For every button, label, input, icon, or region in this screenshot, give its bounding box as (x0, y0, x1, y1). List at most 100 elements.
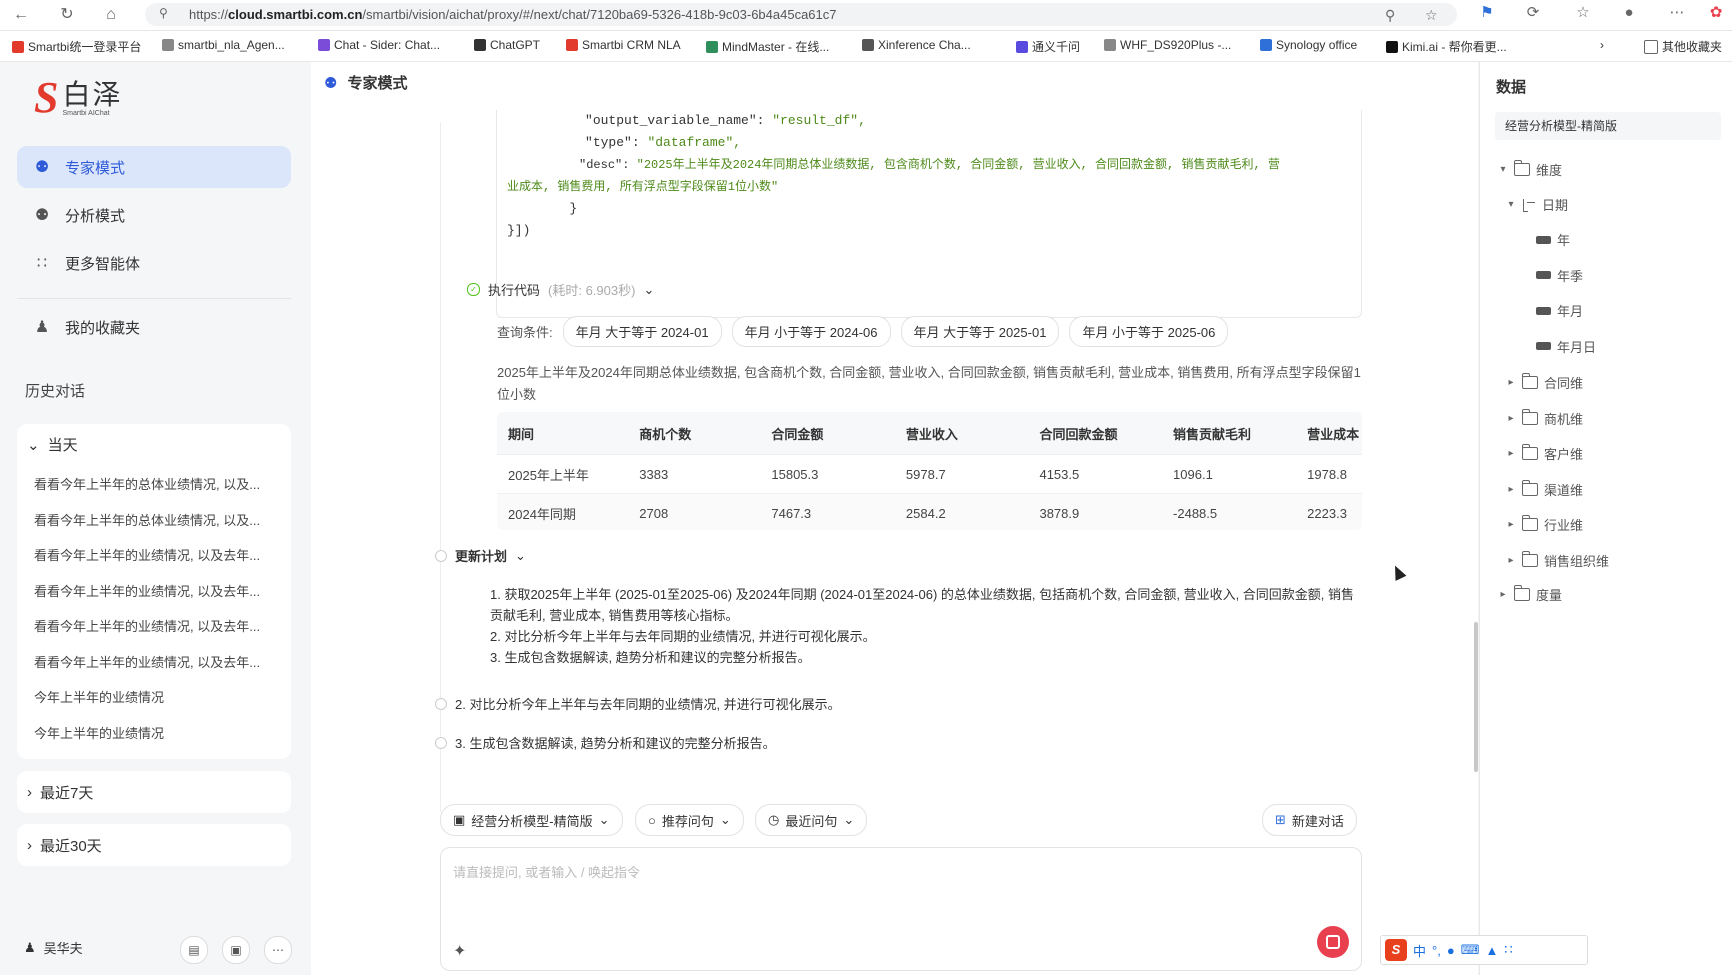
bookmark-item[interactable]: 通义千问 (1016, 38, 1080, 55)
history-item[interactable]: 看看今年上半年的业绩情况, 以及去年... (34, 616, 260, 635)
star-icon[interactable]: ☆ (1425, 7, 1438, 24)
history-last30-group[interactable]: › 最近30天 (17, 824, 291, 866)
bookmark-item[interactable]: Chat - Sider: Chat... (318, 38, 440, 52)
bookmark-item[interactable]: ChatGPT (474, 38, 540, 52)
table-header-cell[interactable]: 营业成本 (1296, 412, 1362, 455)
robot-icon: ⚉ (34, 207, 50, 224)
history-item[interactable]: 今年上半年的业绩情况 (34, 723, 164, 742)
user-profile[interactable]: ♟ 吴华夫 (24, 938, 83, 957)
tree-dimension-group[interactable]: ▸ 合同维 (1506, 373, 1583, 392)
bookmark-item[interactable]: Smartbi CRM NLA (566, 38, 681, 52)
scrollbar[interactable] (1474, 622, 1478, 772)
history-last7-toggle[interactable]: › 最近7天 (27, 782, 93, 803)
screen-icon[interactable]: ▣ (222, 936, 250, 964)
extension-icon[interactable]: ⟳ (1522, 2, 1544, 24)
stop-button[interactable] (1317, 926, 1349, 958)
extension-icon[interactable]: ⚑ (1476, 2, 1498, 24)
nav-analysis-mode[interactable]: ⚉ 分析模式 (17, 194, 291, 236)
clock-icon: ◷ (768, 812, 780, 827)
bookmark-icon (474, 39, 486, 51)
bookmark-item[interactable]: Smartbi统一登录平台 (12, 38, 141, 55)
history-item[interactable]: 看看今年上半年的业绩情况, 以及去年... (34, 652, 260, 671)
chat-input[interactable]: 请直接提问, 或者输入 / 唤起指令 ✦ (440, 847, 1362, 971)
model-select[interactable]: ▣ 经营分析模型-精简版 ⌄ (440, 804, 623, 836)
bookmark-item[interactable]: Kimi.ai - 帮你看更... (1386, 38, 1507, 55)
chat-main: ⚉ 专家模式 "output_variable_name": "result_df… (311, 62, 1478, 975)
tree-dimension[interactable]: ▾ 维度 (1498, 160, 1562, 179)
history-item[interactable]: 看看今年上半年的业绩情况, 以及去年... (34, 545, 260, 564)
tree-measure[interactable]: ▸ 度量 (1498, 585, 1562, 604)
home-icon[interactable]: ⌂ (100, 4, 122, 26)
bookmarks-overflow-icon[interactable]: › (1600, 38, 1604, 52)
history-last30-toggle[interactable]: › 最近30天 (27, 835, 102, 856)
tree-date-field[interactable]: 年月 (1536, 301, 1583, 320)
robot-icon: ⚉ (324, 74, 338, 92)
chevron-right-icon: ▸ (1508, 412, 1514, 424)
history-item[interactable]: 看看今年上半年的业绩情况, 以及去年... (34, 581, 260, 600)
chevron-right-icon: ▸ (1500, 589, 1506, 600)
table-header-cell[interactable]: 期间 (497, 412, 629, 455)
plan-step-2[interactable]: 2. 对比分析今年上半年与去年同期的业绩情况, 并进行可视化展示。 (435, 694, 841, 713)
tree-date-field[interactable]: 年季 (1536, 266, 1583, 285)
history-item[interactable]: 看看今年上半年的总体业绩情况, 以及... (34, 474, 260, 493)
table-header-cell[interactable]: 销售贡献毛利 (1162, 412, 1297, 455)
reload-icon[interactable]: ↻ (56, 4, 78, 26)
table-header-cell[interactable]: 商机个数 (628, 412, 761, 455)
tree-date[interactable]: ▾ 日期 (1506, 195, 1568, 214)
notes-icon[interactable]: ▤ (180, 936, 208, 964)
update-plan-toggle[interactable]: 更新计划 ⌄ (435, 546, 526, 565)
tree-dimension-group[interactable]: ▸ 商机维 (1506, 408, 1583, 428)
new-chat-button[interactable]: ⊞ 新建对话 (1262, 804, 1357, 836)
tree-date-field[interactable]: 年 (1536, 230, 1570, 249)
bookmark-item[interactable]: MindMaster - 在线... (706, 38, 829, 55)
hierarchy-icon (1522, 198, 1536, 212)
nav-favorites[interactable]: ♟ 我的收藏夹 (17, 306, 291, 348)
copilot-icon[interactable]: ✿ (1705, 2, 1727, 24)
tree-dimension-group[interactable]: ▸ 行业维 (1506, 515, 1583, 534)
divider (17, 298, 291, 299)
profile-icon[interactable]: ● (1618, 2, 1640, 24)
history-item[interactable]: 看看今年上半年的总体业绩情况, 以及... (34, 510, 260, 529)
data-model-select[interactable]: 经营分析模型-精简版 (1495, 112, 1721, 140)
site-info-icon[interactable]: ⚲ (159, 6, 168, 20)
bookmark-item[interactable]: Synology office (1260, 38, 1357, 52)
more-icon[interactable]: ⋯ (1666, 2, 1688, 24)
tree-dimension-group[interactable]: ▸ 销售组织维 (1506, 550, 1609, 570)
plus-icon: ⊞ (1275, 812, 1286, 827)
recent-questions[interactable]: ◷ 最近问句 ⌄ (755, 804, 868, 836)
folder-icon (1522, 515, 1538, 531)
bookmark-item[interactable]: WHF_DS920Plus -... (1104, 38, 1231, 52)
tree-date-field[interactable]: 年月日 (1536, 337, 1596, 356)
address-bar[interactable]: ⚲ https://cloud.smartbi.com.cn/smartbi/v… (145, 3, 1457, 26)
cube-icon: ▣ (453, 812, 466, 827)
nav-expert-mode[interactable]: ⚉ 专家模式 (17, 146, 291, 188)
bookmark-icon (1016, 40, 1028, 53)
ime-toolbar[interactable]: S 中 °, ● ⌨ ▲ ∷ (1380, 935, 1588, 965)
plan-list: 1. 获取2025年上半年 (2025-01至2025-06) 及2024年同期… (472, 584, 1362, 668)
plan-item: 3. 生成包含数据解读, 趋势分析和建议的完整分析报告。 (490, 650, 811, 665)
table-header-cell[interactable]: 营业收入 (894, 412, 1029, 455)
recommend-questions[interactable]: ○ 推荐问句 ⌄ (635, 804, 744, 836)
result-table: 期间 商机个数 合同金额 营业收入 合同回款金额 销售贡献毛利 营业成本 2025年上半年 33… (497, 412, 1362, 530)
bookmark-item[interactable]: smartbi_nla_Agen... (162, 38, 285, 52)
history-today-toggle[interactable]: ⌄ 当天 (27, 434, 78, 455)
back-icon[interactable]: ← (10, 4, 32, 26)
table-header-cell[interactable]: 合同金额 (760, 412, 895, 455)
favorites-icon[interactable]: ☆ (1572, 2, 1594, 24)
other-bookmarks[interactable]: 其他收藏夹 (1644, 38, 1722, 55)
more-icon[interactable]: ⋯ (264, 936, 292, 964)
user-bar: ♟ 吴华夫 ▤ ▣ ⋯ (0, 930, 310, 966)
history-item[interactable]: 今年上半年的业绩情况 (34, 687, 164, 706)
magic-wand-icon[interactable]: ✦ (453, 941, 466, 961)
plan-step-3[interactable]: 3. 生成包含数据解读, 趋势分析和建议的完整分析报告。 (435, 733, 776, 752)
history-last7-group[interactable]: › 最近7天 (17, 771, 291, 813)
tree-dimension-group[interactable]: ▸ 渠道维 (1506, 479, 1583, 499)
nav-more-agents[interactable]: ∷ 更多智能体 (17, 242, 291, 284)
punctuation-icon: °, (1432, 942, 1441, 958)
left-sidebar: S 白泽 Smartbi AIChat ⚉ 专家模式 ⚉ 分析模式 ∷ 更多智能体 ♟ 我… (0, 62, 310, 975)
exec-code-step[interactable]: ✓ 执行代码 (耗时: 6.903秒) ⌄ (467, 280, 654, 299)
table-header-cell[interactable]: 合同回款金额 (1028, 412, 1163, 455)
tree-dimension-group[interactable]: ▸ 客户维 (1506, 444, 1583, 463)
zoom-icon[interactable]: ⚲ (1385, 7, 1395, 24)
bookmark-item[interactable]: Xinference Cha... (862, 38, 971, 52)
